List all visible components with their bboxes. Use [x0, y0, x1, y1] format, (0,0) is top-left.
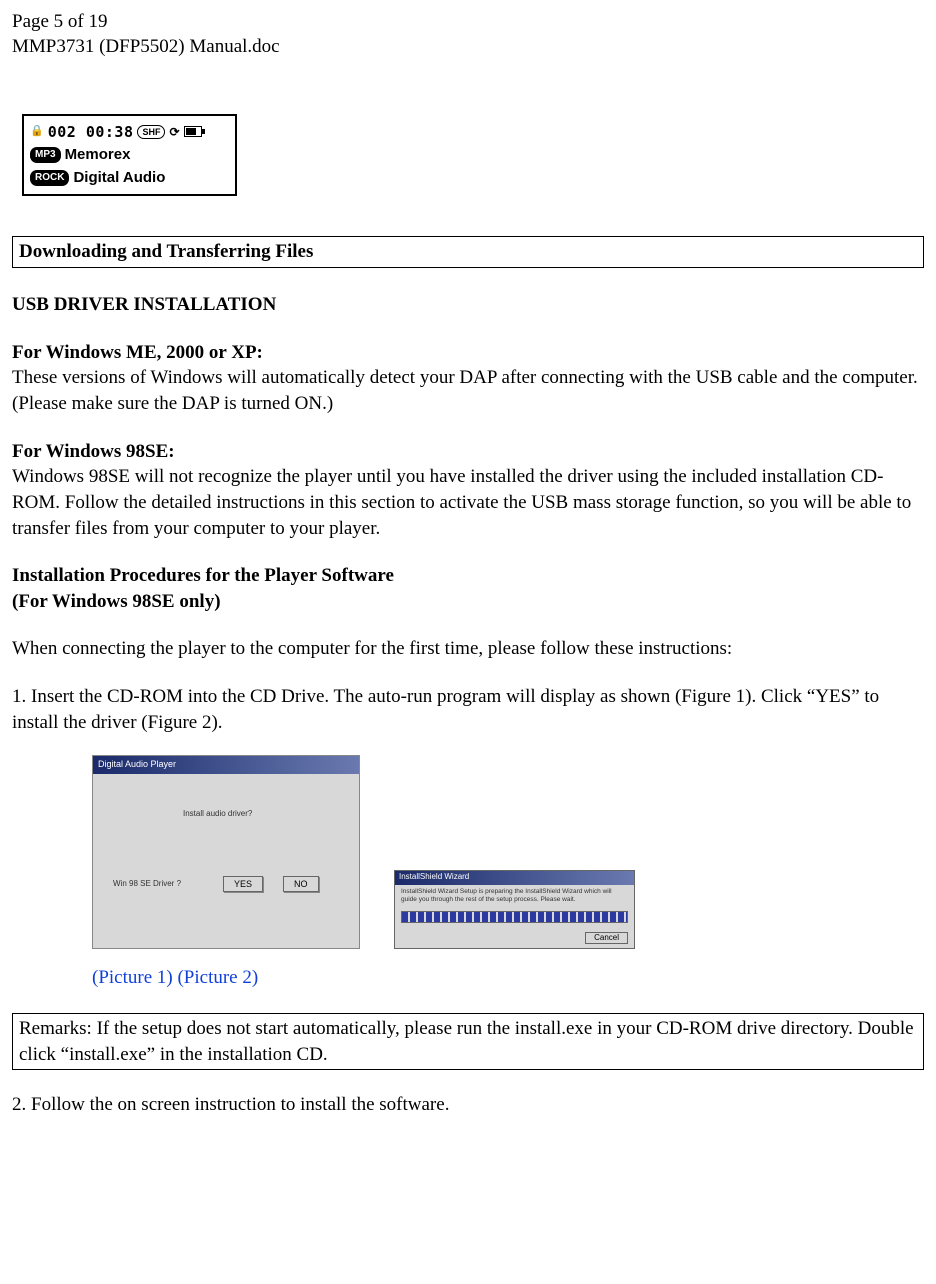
- battery-icon: [184, 126, 202, 137]
- figure-1-yes-button[interactable]: YES: [223, 876, 263, 892]
- page-number: Page 5 of 19: [12, 10, 924, 35]
- heading-win-98: For Windows 98SE:: [12, 439, 924, 465]
- figure-1-message: Install audio driver?: [183, 809, 252, 820]
- repeat-icon: ⟳: [169, 124, 179, 140]
- step-2: 2. Follow the on screen instruction to i…: [12, 1092, 924, 1118]
- figures-row: Digital Audio Player Install audio drive…: [92, 755, 924, 949]
- paragraph-win-me: These versions of Windows will automatic…: [12, 365, 924, 416]
- step-1: 1. Insert the CD-ROM into the CD Drive. …: [12, 684, 924, 735]
- paragraph-win-98: Windows 98SE will not recognize the play…: [12, 464, 924, 541]
- lcd-screenshot: 🔒 002 00:38 SHF ⟳ MP3 Memorex ROCK Digit…: [22, 114, 237, 196]
- doc-filename: MMP3731 (DFP5502) Manual.doc: [12, 35, 924, 60]
- figure-2-cancel-button[interactable]: Cancel: [585, 932, 628, 945]
- lcd-mp3-badge: MP3: [30, 147, 61, 163]
- paragraph-connecting: When connecting the player to the comput…: [12, 636, 924, 662]
- remarks-box: Remarks: If the setup does not start aut…: [12, 1013, 924, 1070]
- figure-2-progress-bar: [401, 911, 628, 923]
- figure-captions: (Picture 1) (Picture 2): [92, 965, 924, 991]
- section-title: Downloading and Transferring Files: [12, 236, 924, 268]
- figure-2-dialog: InstallShield Wizard InstallShield Wizar…: [394, 870, 635, 949]
- lcd-track-time: 002 00:38: [48, 122, 134, 142]
- lcd-line2: Memorex: [65, 145, 131, 165]
- lock-icon: 🔒: [30, 124, 44, 139]
- figure-1-no-button[interactable]: NO: [283, 876, 319, 892]
- heading-install-proc-1: Installation Procedures for the Player S…: [12, 563, 924, 589]
- lcd-rock-badge: ROCK: [30, 170, 69, 186]
- figure-1-titlebar: Digital Audio Player: [93, 756, 359, 774]
- lcd-line3: Digital Audio: [73, 168, 165, 188]
- lcd-shf-badge: SHF: [137, 125, 165, 139]
- heading-install-proc-2: (For Windows 98SE only): [12, 589, 924, 615]
- figure-1-dialog: Digital Audio Player Install audio drive…: [92, 755, 360, 949]
- figure-1-label: Win 98 SE Driver ?: [113, 879, 181, 890]
- heading-usb-install: USB DRIVER INSTALLATION: [12, 292, 924, 318]
- heading-win-me: For Windows ME, 2000 or XP:: [12, 340, 924, 366]
- figure-2-body-text: InstallShield Wizard Setup is preparing …: [395, 885, 634, 907]
- figure-2-titlebar: InstallShield Wizard: [395, 871, 634, 885]
